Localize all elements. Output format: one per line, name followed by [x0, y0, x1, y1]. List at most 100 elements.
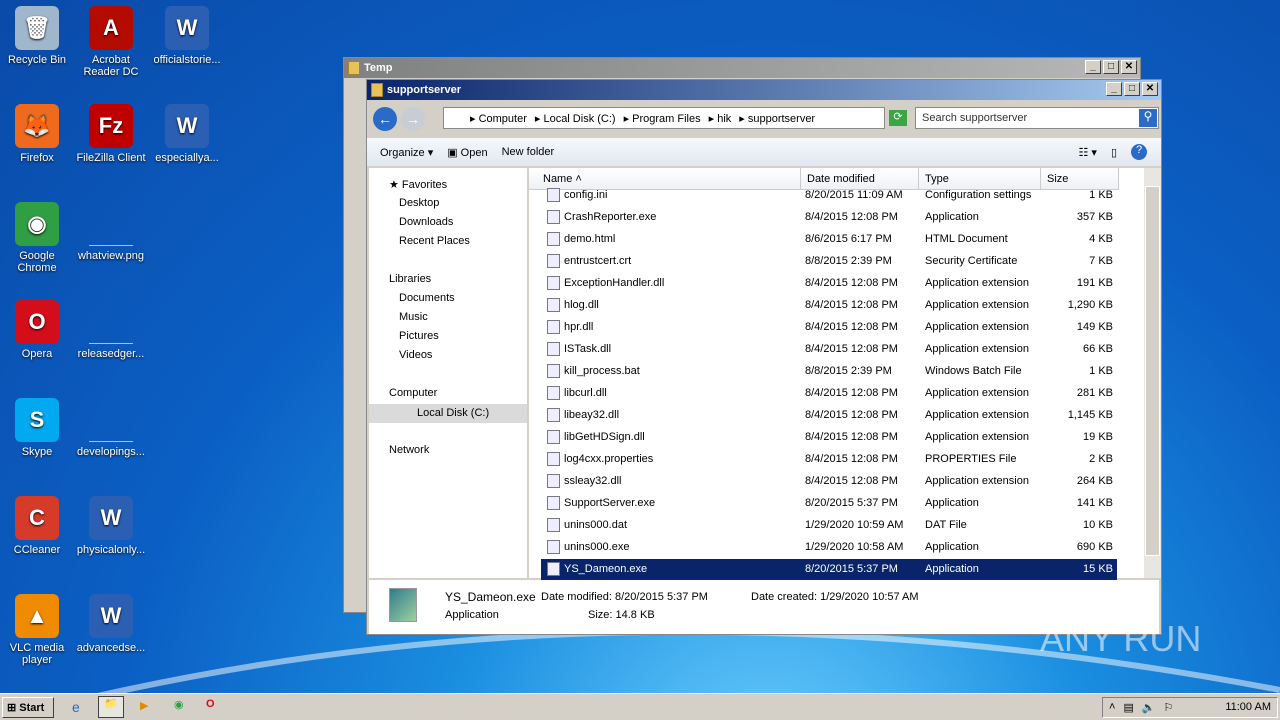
desktop-icon[interactable]: 🦊 Firefox [0, 104, 74, 164]
flag-icon[interactable]: ⚐ [1164, 701, 1174, 714]
desktop-icon[interactable]: A Acrobat Reader DC [74, 6, 148, 78]
file-type: Application extension [925, 321, 1029, 333]
file-row[interactable]: hlog.dll 8/4/2015 12:08 PM Application ext… [541, 295, 1117, 317]
file-row[interactable]: libcurl.dll 8/4/2015 12:08 PM Application … [541, 383, 1117, 405]
nav-recent-places[interactable]: Recent Places [399, 235, 470, 247]
app-icon: W [165, 6, 209, 50]
address-bar[interactable]: ▸ Computer ▸ Local Disk (C:) ▸ Program Fil… [443, 107, 885, 129]
nav-videos[interactable]: Videos [399, 349, 432, 361]
forward-button[interactable]: → [401, 107, 425, 131]
file-row[interactable]: config.ini 8/20/2015 11:09 AM Configuratio… [541, 185, 1117, 207]
opera-icon[interactable]: O [206, 698, 215, 710]
desktop-icon[interactable]: developings... [74, 398, 148, 458]
search-input[interactable]: Search supportserver [915, 107, 1159, 129]
desktop-icon[interactable]: Wphysicalonly... [74, 496, 148, 556]
file-row[interactable]: log4cxx.properties 8/4/2015 12:08 PM PROPE… [541, 449, 1117, 471]
breadcrumb-item[interactable]: ▸ supportserver [739, 112, 815, 125]
file-row[interactable]: ExceptionHandler.dll 8/4/2015 12:08 PM App… [541, 273, 1117, 295]
preview-pane-icon[interactable]: ▯ [1111, 146, 1117, 159]
file-icon [547, 562, 560, 576]
desktop-icon[interactable]: S Skype [0, 398, 74, 458]
file-row[interactable]: entrustcert.crt 8/8/2015 2:39 PM Security … [541, 251, 1117, 273]
chrome-icon[interactable]: ◉ [174, 698, 184, 711]
back-button[interactable]: ← [373, 107, 397, 131]
nav-libraries[interactable]: Libraries [389, 273, 431, 285]
temp-titlebar[interactable]: Temp _ □ ✕ [344, 58, 1140, 78]
breadcrumb-item[interactable]: ▸ Computer [470, 112, 527, 125]
start-button[interactable]: ⊞ Start [2, 697, 54, 718]
nav-computer[interactable]: Computer [389, 387, 437, 399]
titlebar[interactable]: supportserver _ □ ✕ [367, 80, 1161, 100]
organize-menu[interactable]: Organize ▾ [380, 146, 433, 159]
file-date: 8/4/2015 12:08 PM [805, 299, 898, 311]
desktop-icon[interactable]: releasedger... [74, 300, 148, 360]
desktop-icon[interactable]: O Opera [0, 300, 74, 360]
file-row[interactable]: ISTask.dll 8/4/2015 12:08 PM Application e… [541, 339, 1117, 361]
breadcrumb-item[interactable]: ▸ hik [709, 112, 732, 125]
nav-favorites[interactable]: ★ Favorites [389, 178, 447, 191]
file-row[interactable]: YS_Dameon.exe 8/20/2015 5:37 PM Applicatio… [541, 559, 1117, 581]
nav-network[interactable]: Network [389, 444, 429, 456]
file-row[interactable]: unins000.exe 1/29/2020 10:58 AM Applicatio… [541, 537, 1117, 559]
desktop-icon[interactable]: ▲ VLC media player [0, 594, 74, 666]
media-player-icon[interactable]: ▶ [140, 699, 148, 712]
vertical-scrollbar[interactable] [1144, 168, 1161, 578]
desktop-icon[interactable]: ◉ Google Chrome [0, 202, 74, 274]
desktop-icon[interactable]: 🗑 Recycle Bin [0, 6, 74, 66]
close-button[interactable]: ✕ [1142, 82, 1158, 96]
nav-local-disk[interactable]: Local Disk (C:) [369, 404, 527, 423]
desktop-icon[interactable]: Wespeciallya... [150, 104, 224, 164]
ie-icon[interactable]: e [72, 699, 80, 715]
minimize-button[interactable]: _ [1106, 82, 1122, 96]
app-icon [89, 202, 133, 246]
close-button[interactable]: ✕ [1121, 60, 1137, 74]
file-row[interactable]: libeay32.dll 8/4/2015 12:08 PM Application… [541, 405, 1117, 427]
desktop-icon[interactable]: whatview.png [74, 202, 148, 262]
help-icon[interactable]: ? [1131, 144, 1147, 160]
nav-pictures[interactable]: Pictures [399, 330, 439, 342]
file-list[interactable]: Name ˄ Date modified Type Size config.in… [529, 168, 1161, 581]
file-name: ExceptionHandler.dll [547, 276, 664, 290]
minimize-button[interactable]: _ [1085, 60, 1101, 74]
new-folder-button[interactable]: New folder [502, 146, 555, 158]
file-size: 1,145 KB [1067, 409, 1113, 421]
nav-downloads[interactable]: Downloads [399, 216, 453, 228]
breadcrumb-item[interactable]: ▸ Program Files [624, 112, 701, 125]
refresh-button[interactable]: ⟳ [889, 110, 907, 126]
file-row[interactable]: hpr.dll 8/4/2015 12:08 PM Application exte… [541, 317, 1117, 339]
file-icon [547, 430, 560, 444]
clock[interactable]: 11:00 AM [1225, 701, 1271, 714]
file-name: kill_process.bat [547, 364, 640, 378]
explorer-taskbar-button[interactable]: 📁 [98, 696, 124, 718]
desktop-icon[interactable]: C CCleaner [0, 496, 74, 556]
maximize-button[interactable]: □ [1103, 60, 1119, 74]
file-row[interactable]: CrashReporter.exe 8/4/2015 12:08 PM Applic… [541, 207, 1117, 229]
supportserver-window[interactable]: supportserver _ □ ✕ ← → ▸ Computer ▸ Local … [366, 79, 1162, 635]
scroll-thumb[interactable] [1145, 186, 1160, 556]
desktop-icon[interactable]: Wofficialstorie... [150, 6, 224, 66]
desktop-icon[interactable]: Fz FileZilla Client [74, 104, 148, 164]
tray-expand-icon[interactable]: ˄ [1109, 701, 1115, 714]
breadcrumb-item[interactable]: ▸ Local Disk (C:) [535, 112, 616, 125]
search-icon[interactable]: ⚲ [1139, 109, 1157, 127]
nav-desktop[interactable]: Desktop [399, 197, 439, 209]
views-icon[interactable]: ☷ ▾ [1078, 146, 1096, 159]
network-icon[interactable]: ▤ [1123, 701, 1133, 714]
open-button[interactable]: ▣ Open [447, 146, 487, 159]
nav-documents[interactable]: Documents [399, 292, 455, 304]
file-row[interactable]: libGetHDSign.dll 8/4/2015 12:08 PM Applica… [541, 427, 1117, 449]
file-row[interactable]: unins000.dat 1/29/2020 10:59 AM DAT File 10… [541, 515, 1117, 537]
desktop-icon[interactable]: Wadvancedse... [74, 594, 148, 654]
file-row[interactable]: kill_process.bat 8/8/2015 2:39 PM Windows … [541, 361, 1117, 383]
file-icon [547, 298, 560, 312]
desktop-icon-label: whatview.png [77, 250, 145, 262]
file-name: libeay32.dll [547, 408, 619, 422]
nav-music[interactable]: Music [399, 311, 428, 323]
column-label: Name [543, 173, 573, 185]
file-type: Application [925, 541, 979, 553]
file-row[interactable]: demo.html 8/6/2015 6:17 PM HTML Document 4 … [541, 229, 1117, 251]
volume-icon[interactable]: 🔈 [1142, 701, 1156, 714]
file-row[interactable]: SupportServer.exe 8/20/2015 5:37 PM Applic… [541, 493, 1117, 515]
maximize-button[interactable]: □ [1124, 82, 1140, 96]
file-row[interactable]: ssleay32.dll 8/4/2015 12:08 PM Application… [541, 471, 1117, 493]
